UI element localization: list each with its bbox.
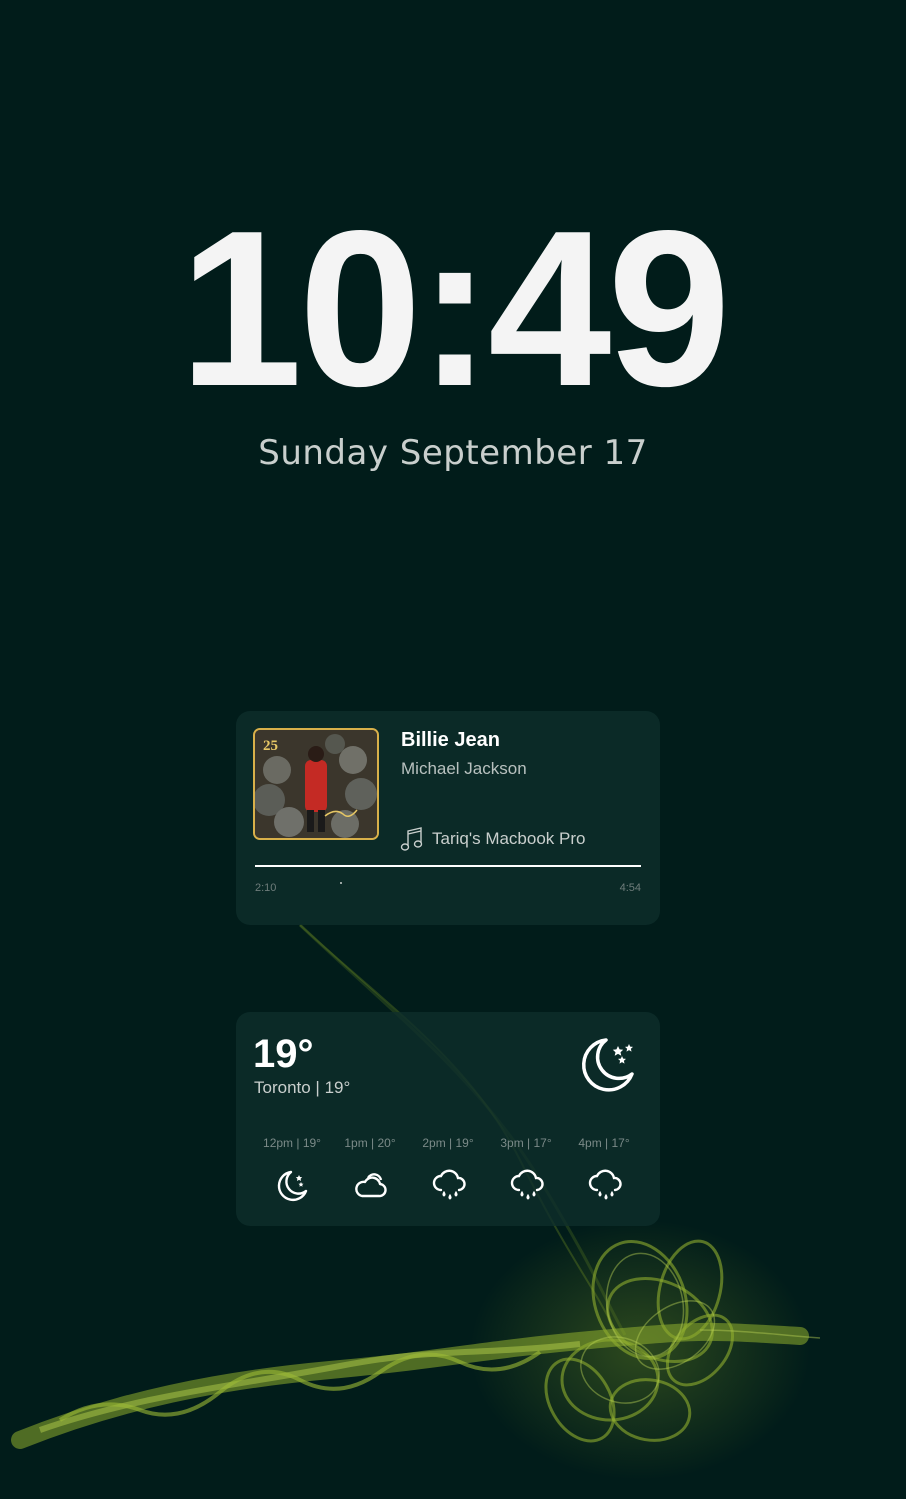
svg-text:25: 25 [263,738,278,754]
weather-widget[interactable]: 19° Toronto | 19° 12pm | 19° 1pm | 20° 2… [236,1012,660,1226]
song-artist: Michael Jackson [401,759,527,778]
clock-time: 10:49 [179,185,731,433]
album-art[interactable]: 25 [253,728,379,840]
current-temperature: 19° [253,1032,314,1076]
song-title: Billie Jean [401,729,500,751]
album-cover-image: 25 [255,730,377,838]
moon-stars-icon [581,1038,634,1092]
forecast-hour: 12pm | 19° [253,1134,331,1204]
device-name: Tariq's Macbook Pro [432,829,586,848]
cloud-icon [355,1173,387,1198]
time-elapsed: 2:10 [255,882,277,894]
forecast-label: 4pm | 17° [578,1136,630,1150]
rain-cloud-icon [588,1169,622,1200]
forecast-hour: 2pm | 19° [409,1134,487,1204]
forecast-label: 1pm | 20° [344,1136,396,1150]
forecast-hour: 3pm | 17° [487,1134,565,1204]
forecast-hour: 4pm | 17° [565,1134,643,1204]
forecast-label: 3pm | 17° [500,1136,552,1150]
forecast-label: 2pm | 19° [422,1136,474,1150]
now-playing-widget[interactable]: 25 Billie Jean Michael Jackson Tariq's M… [236,711,660,925]
music-note-icon [400,827,423,851]
rain-cloud-icon [510,1169,544,1200]
lock-screen: 10:49 Sunday September 17 25 Billie Jean… [0,0,906,1499]
moon-stars-icon [277,1170,308,1202]
time-duration: 4:54 [619,882,641,894]
hourly-forecast: 12pm | 19° 1pm | 20° 2pm | 19° 3pm | 17°… [253,1134,643,1204]
progress-scrubber[interactable] [340,882,342,884]
rain-cloud-icon [432,1169,466,1200]
playback-progress-bar[interactable] [255,865,641,867]
clock-date: Sunday September 17 [258,433,648,473]
forecast-hour: 1pm | 20° [331,1134,409,1204]
forecast-label: 12pm | 19° [263,1136,321,1150]
playback-device[interactable]: Tariq's Macbook Pro [400,825,585,853]
progress-fill [255,865,641,867]
weather-location: Toronto | 19° [254,1078,351,1097]
